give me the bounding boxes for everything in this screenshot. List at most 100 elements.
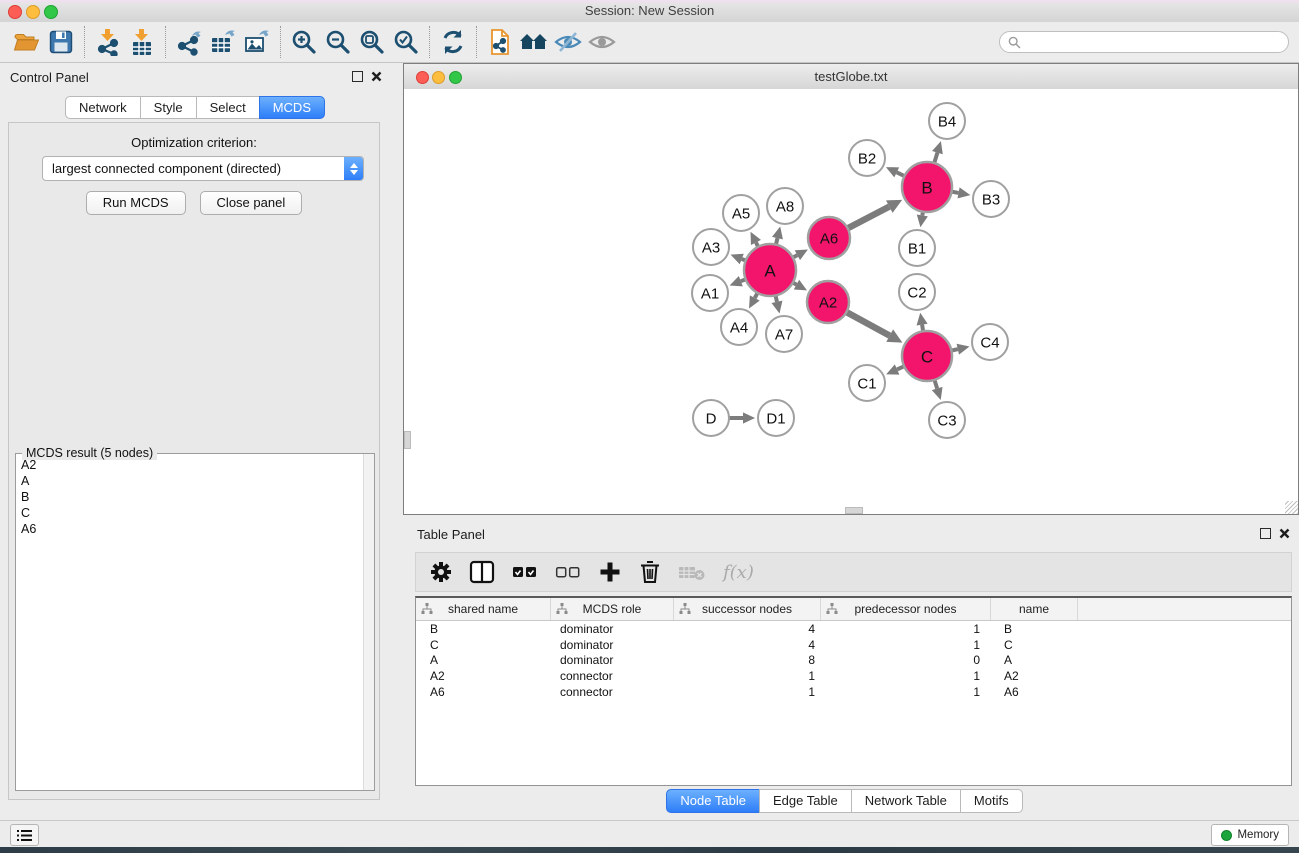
zoom-fit-icon [358,28,386,56]
zoom-fit-button[interactable] [355,25,389,59]
criterion-dropdown-value: largest connected component (directed) [43,161,344,176]
table-row[interactable]: Bdominator41B [416,621,1291,637]
table-row[interactable]: Cdominator41C [416,637,1291,653]
criterion-dropdown[interactable]: largest connected component (directed) [42,156,364,181]
list-icon [17,829,32,842]
home-button[interactable] [517,25,551,59]
optimization-criterion-label: Optimization criterion: [9,135,379,150]
close-panel-icon[interactable] [1279,528,1290,539]
new-network-from-file-button[interactable] [483,25,517,59]
import-table-button[interactable] [125,25,159,59]
table-cell: 0 [821,653,991,667]
hierarchy-icon [679,603,691,615]
column-header-label: predecessor nodes [854,602,956,616]
column-header-successor-nodes[interactable]: successor nodes [674,598,821,620]
open-file-button[interactable] [10,25,44,59]
float-panel-icon[interactable] [352,71,363,82]
select-all-checkboxes-icon[interactable] [512,561,538,583]
delete-column-icon[interactable] [639,560,661,584]
export-network-button[interactable] [172,25,206,59]
import-network-icon [94,28,122,56]
zoom-out-button[interactable] [321,25,355,59]
table-cell: A6 [416,685,551,699]
result-list-item[interactable]: A2 [16,457,364,473]
import-network-button[interactable] [91,25,125,59]
zoom-in-icon [290,28,318,56]
table-row[interactable]: A2connector11A2 [416,668,1291,684]
export-image-button[interactable] [240,25,274,59]
table-cell: B [416,622,551,636]
run-mcds-button[interactable]: Run MCDS [86,191,186,215]
tab-mcds[interactable]: MCDS [259,96,325,119]
node-table[interactable]: shared nameMCDS rolesuccessor nodes prede… [415,596,1292,786]
node-label-A7: A7 [775,327,793,344]
search-box[interactable] [999,31,1289,53]
table-toolbar: f(x) [415,552,1292,592]
table-cell: dominator [551,622,674,636]
show-eye-button[interactable] [585,25,619,59]
result-list-item[interactable]: C [16,505,364,521]
horizontal-scroll-handle[interactable] [845,507,863,514]
task-history-button[interactable] [10,824,39,846]
network-canvas[interactable]: ABCA6A2A1A3A4A5A7A8B1B2B3B4C1C2C3C4DD1 [404,89,1298,514]
column-header-shared-name[interactable]: shared name [416,598,551,620]
result-list-item[interactable]: A [16,473,364,489]
network-file-icon [486,28,514,56]
toolbar-separator [84,26,85,58]
column-header-MCDS-role[interactable]: MCDS role [551,598,674,620]
save-session-button[interactable] [44,25,78,59]
dropdown-stepper [344,157,363,180]
node-label-A5: A5 [732,206,750,223]
node-label-C2: C2 [907,285,926,302]
memory-status-icon [1221,830,1232,841]
table-cell: A [991,653,1078,667]
gear-icon[interactable] [430,561,452,583]
vertical-scroll-handle[interactable] [404,431,411,449]
tab-node-table[interactable]: Node Table [666,789,760,813]
tab-select[interactable]: Select [196,96,260,119]
float-panel-icon[interactable] [1260,528,1271,539]
column-header-predecessor-nodes[interactable]: predecessor nodes [821,598,991,620]
add-column-icon[interactable] [598,560,622,584]
close-panel-button[interactable]: Close panel [200,191,303,215]
tab-network-table[interactable]: Network Table [851,789,961,813]
export-table-button[interactable] [206,25,240,59]
tab-style[interactable]: Style [140,96,197,119]
zoom-in-button[interactable] [287,25,321,59]
close-panel-icon[interactable] [371,71,382,82]
memory-button[interactable]: Memory [1211,824,1289,846]
table-row[interactable]: Adominator80A [416,652,1291,668]
edge-A2-C[interactable] [845,311,890,336]
tab-motifs[interactable]: Motifs [960,789,1023,813]
export-image-icon [243,28,271,56]
result-scrollbar[interactable] [363,454,374,790]
refresh-button[interactable] [436,25,470,59]
node-label-A3: A3 [702,240,720,257]
search-input[interactable] [1026,34,1270,50]
column-header-label: name [1019,602,1049,616]
zoom-selected-button[interactable] [389,25,423,59]
node-label-A: A [764,262,776,281]
hide-eye-button[interactable] [551,25,585,59]
delete-table-icon [678,562,706,582]
tab-edge-table[interactable]: Edge Table [759,789,852,813]
columns-icon[interactable] [469,560,495,584]
node-label-C4: C4 [980,335,999,352]
deselect-all-checkboxes-icon[interactable] [555,561,581,583]
result-list-item[interactable]: A6 [16,521,364,537]
window-resize-grip[interactable] [1285,501,1298,514]
result-list-item[interactable]: B [16,489,364,505]
edge-A6-B[interactable] [846,207,889,230]
column-header-name[interactable]: name [991,598,1078,620]
table-cell: A [416,653,551,667]
node-label-D: D [706,411,717,428]
network-window-titlebar[interactable]: testGlobe.txt [404,64,1298,90]
network-graph[interactable]: ABCA6A2A1A3A4A5A7A8B1B2B3B4C1C2C3C4DD1 [404,89,1298,514]
edge-arrowhead [958,187,971,198]
tab-network[interactable]: Network [65,96,141,119]
control-panel-tabbar: NetworkStyleSelectMCDS [0,96,390,119]
table-row[interactable]: A6connector11A6 [416,684,1291,700]
mcds-result-list[interactable]: A2ABCA6 [16,457,364,790]
mcds-panel: Optimization criterion: largest connecte… [8,122,380,800]
node-label-D1: D1 [766,411,785,428]
